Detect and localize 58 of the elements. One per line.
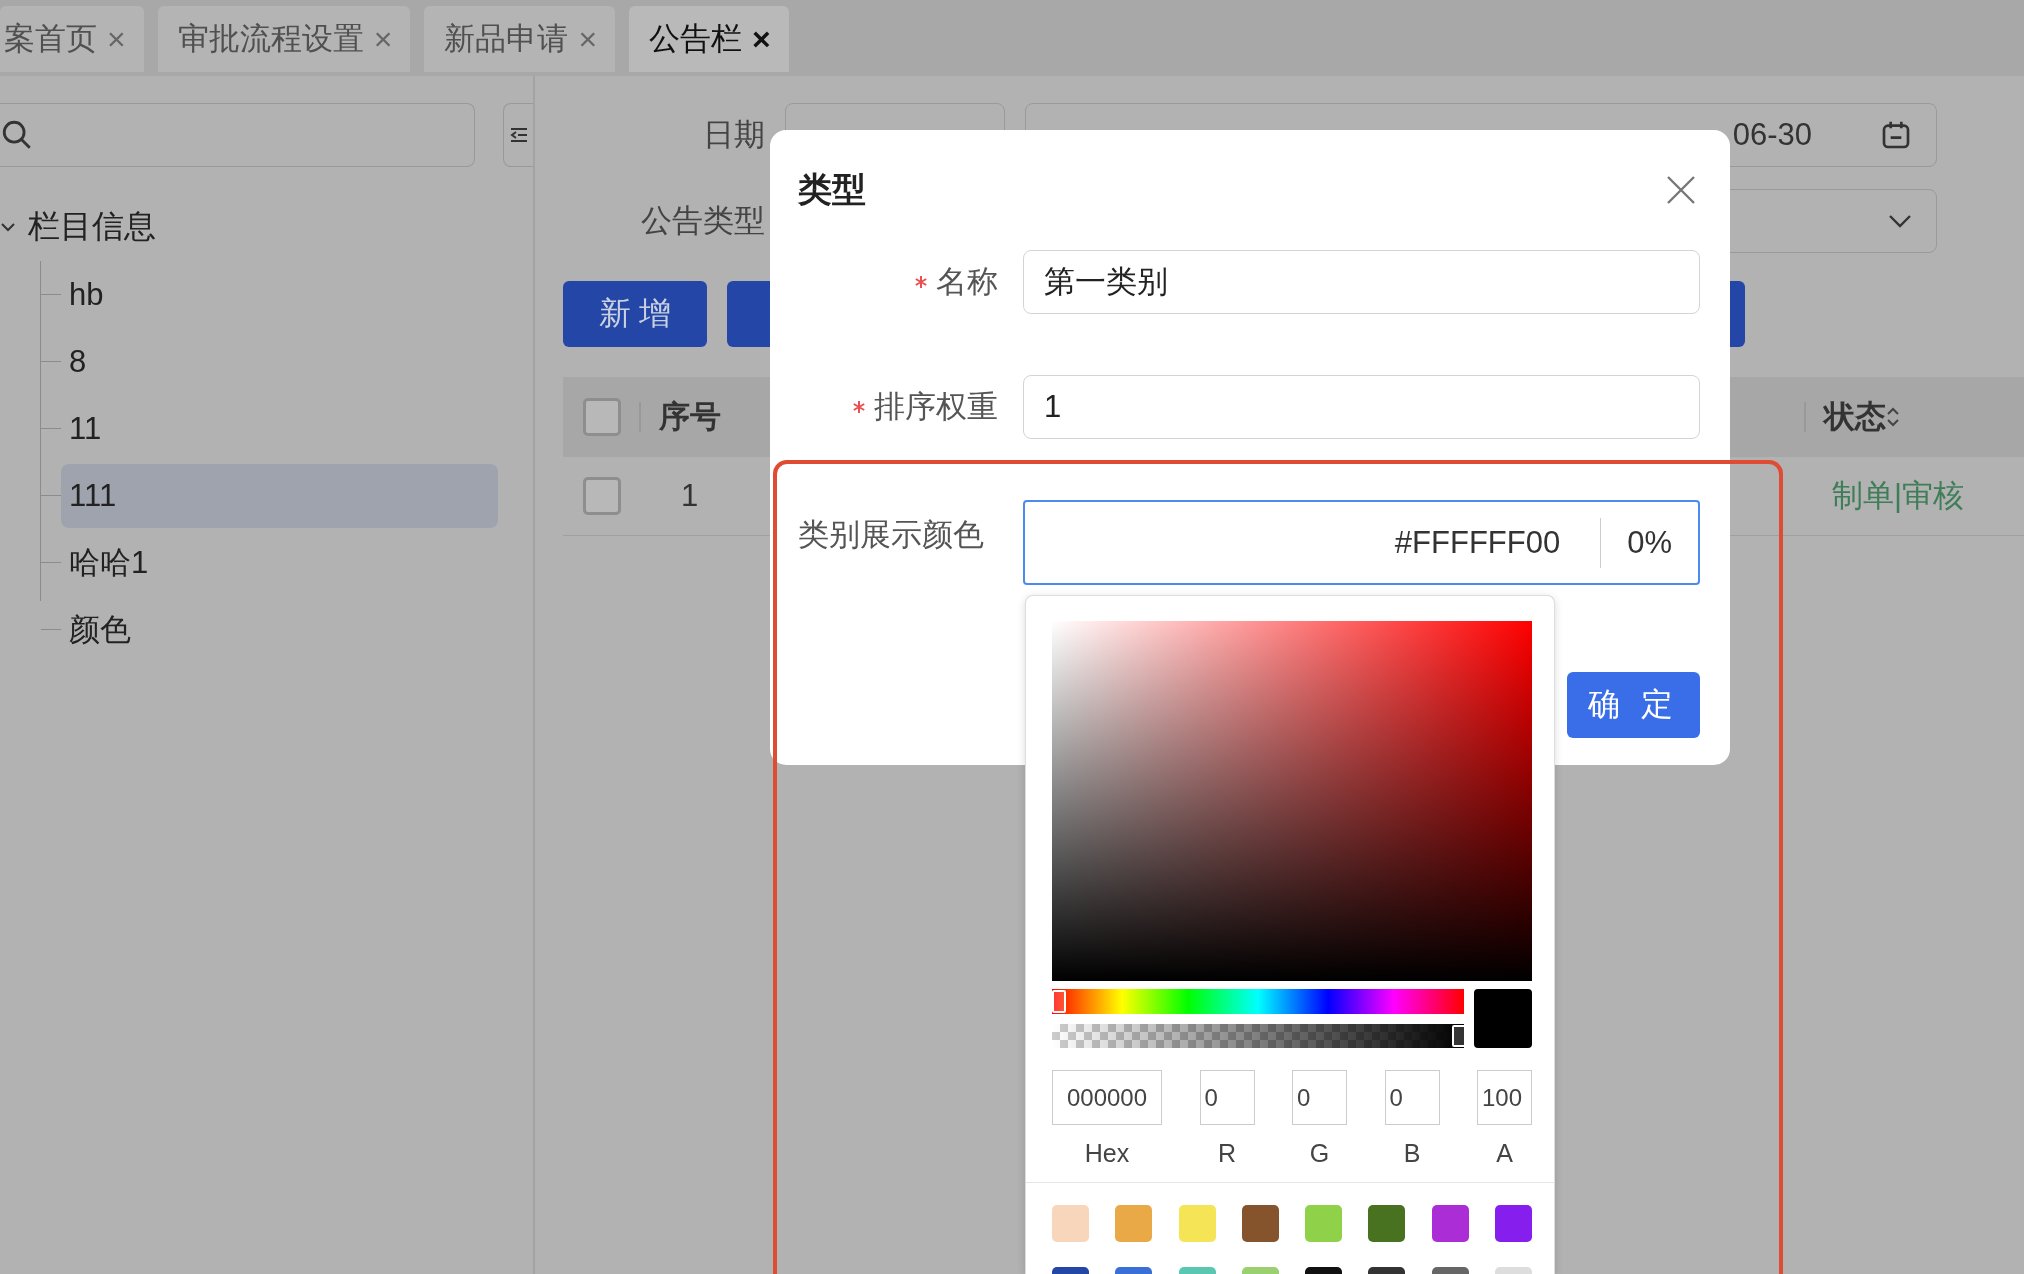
input-field[interactable]: 第一类别 (1023, 250, 1700, 314)
close-icon[interactable]: × (752, 20, 771, 58)
tree-item[interactable]: 111 (61, 463, 498, 528)
search-icon (0, 118, 34, 152)
tab[interactable]: 公告栏 × (629, 6, 789, 72)
color-swatch[interactable] (1431, 1205, 1469, 1242)
field-label: Hex (1084, 1139, 1130, 1168)
color-field[interactable]: #FFFFFF00 0% (1023, 500, 1700, 585)
chevron-icon (1888, 214, 1912, 228)
value-field[interactable]: 000000 (1052, 1070, 1162, 1125)
collapse-icon[interactable] (509, 127, 528, 143)
alpha-slider[interactable] (1052, 1024, 1464, 1048)
tree-item[interactable]: 哈哈1 (61, 530, 498, 595)
value-field[interactable]: 0 (1199, 1070, 1255, 1125)
status-text: 制单|审核 (1831, 477, 1964, 515)
saturation-panel[interactable] (1052, 621, 1532, 981)
field-label: R (1217, 1139, 1237, 1168)
column-header[interactable]: 状态 (1824, 396, 1886, 438)
collapse-button[interactable] (503, 103, 533, 167)
column-header: 序号 (659, 398, 721, 436)
field-label: A (1496, 1139, 1513, 1168)
field-label: G (1309, 1139, 1330, 1168)
value-field[interactable]: 0 (1292, 1070, 1347, 1125)
color-swatch[interactable] (1305, 1205, 1343, 1242)
color-swatch[interactable] (1115, 1205, 1153, 1242)
filter-label: 公告类型 (640, 202, 765, 240)
tab[interactable]: 新品申请 × (424, 6, 616, 72)
input-field[interactable]: 1 (1023, 375, 1700, 439)
tree-item[interactable]: 11 (61, 396, 498, 461)
calendar-icon (1880, 119, 1912, 151)
checkbox[interactable] (583, 477, 621, 515)
hue-slider[interactable] (1052, 989, 1464, 1014)
checkbox[interactable] (583, 398, 621, 436)
tab[interactable]: 审批流程设置 × (157, 6, 411, 72)
sort-icon[interactable] (1886, 406, 1900, 428)
close-icon[interactable] (1666, 175, 1696, 205)
filter-label: 日期 (702, 116, 765, 154)
field-label: 类别展示颜色 (798, 516, 984, 554)
field-label: B (1403, 1139, 1421, 1168)
color-swatch[interactable] (1494, 1205, 1532, 1242)
dialog-title: 类型 (798, 169, 866, 210)
search-field[interactable] (0, 103, 476, 167)
value-field[interactable]: 0 (1384, 1070, 1440, 1125)
tab[interactable]: 案首页 × (0, 6, 144, 72)
color-swatch[interactable] (1178, 1205, 1216, 1242)
value-field[interactable]: 100 (1477, 1070, 1532, 1125)
tree-item[interactable]: 颜色 (61, 597, 498, 662)
add-button[interactable]: 新 增 (563, 281, 707, 347)
field-label: 名称 (936, 263, 998, 301)
color-swatch[interactable] (1052, 1205, 1089, 1242)
tree-item[interactable]: 栏目信息 (28, 205, 156, 249)
confirm-button[interactable]: 确 定 (1567, 672, 1700, 738)
color-swatch[interactable] (1241, 1205, 1279, 1242)
tree-item[interactable]: hb (61, 262, 498, 327)
tree-item[interactable]: 8 (61, 329, 498, 394)
table-cell: 1 (681, 478, 699, 514)
color-swatch[interactable] (1368, 1205, 1406, 1242)
field-label: 排序权重 (874, 388, 998, 426)
